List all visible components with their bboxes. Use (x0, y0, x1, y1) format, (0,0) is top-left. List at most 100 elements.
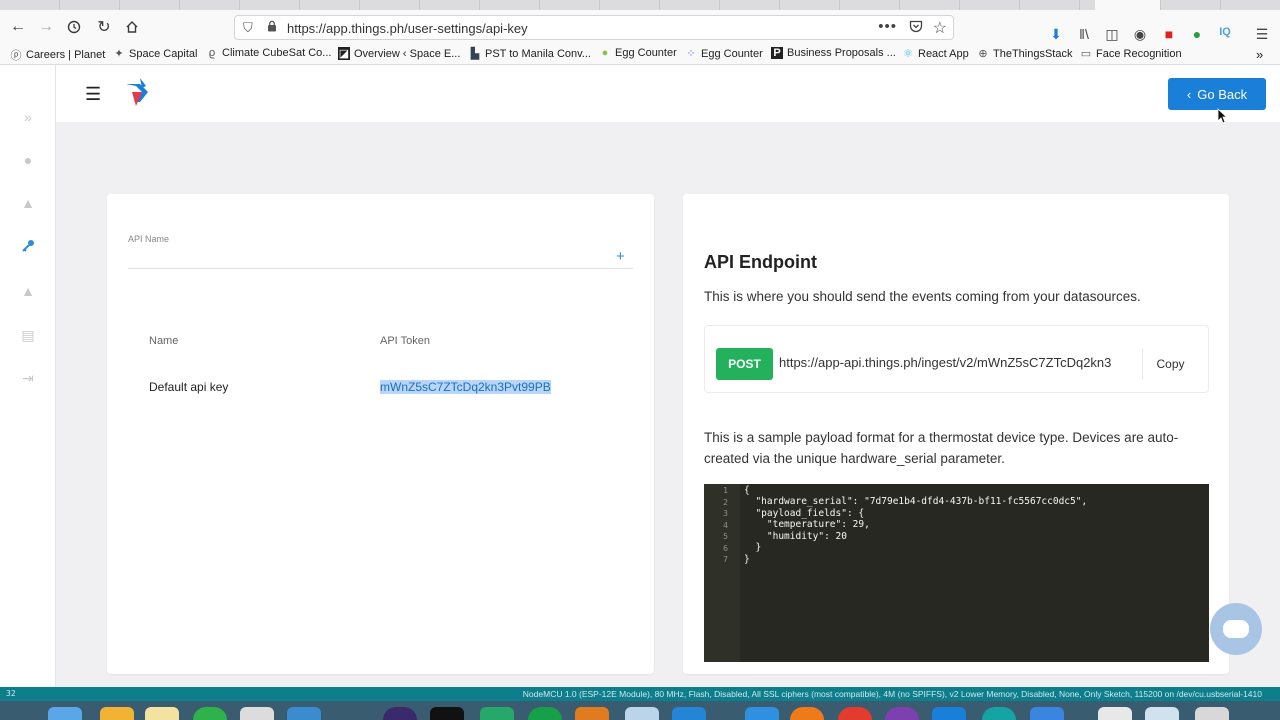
bookmark-item[interactable]: ▙ PST to Manila Conv... (469, 47, 591, 61)
line-number: 1 (723, 486, 728, 495)
menu-icon[interactable]: ☰ (1251, 26, 1273, 43)
os-dock (0, 701, 1280, 720)
browser-tab[interactable] (960, 0, 1020, 10)
url-text[interactable]: https://app.things.ph/user-settings/api-… (287, 21, 528, 36)
browser-tab[interactable] (720, 0, 780, 10)
go-back-button[interactable]: ‹ Go Back (1168, 78, 1266, 110)
key-icon[interactable] (18, 239, 38, 256)
copy-button[interactable]: Copy (1142, 348, 1198, 380)
bookmark-item[interactable]: ⓟ Careers | Planet (10, 47, 106, 63)
line-number: 4 (723, 521, 728, 530)
browser-tab[interactable] (180, 0, 240, 10)
endpoint-url[interactable]: https://app-api.things.ph/ingest/v2/mWnZ… (779, 355, 1142, 370)
bookmark-label: TheThingsStack (993, 47, 1073, 60)
api-key-token[interactable]: mWnZ5sC7ZTcDq2kn3Pvt99PB (380, 380, 551, 394)
shield-icon[interactable]: ⛉ (243, 20, 253, 36)
bookmark-star-icon[interactable]: ☆ (933, 18, 947, 38)
extension-icon[interactable]: ■ (1158, 26, 1180, 42)
app-icon[interactable] (528, 707, 562, 720)
sidebar-icon[interactable]: ◫ (1101, 26, 1123, 43)
browser-tab-strip (0, 0, 1280, 10)
code-editor[interactable]: 1 2 3 4 5 6 7 { "hardware_serial": "7d79… (704, 484, 1209, 662)
app-icon[interactable] (383, 707, 417, 720)
bookmark-item[interactable]: ◪ Overview ‹ Space E... (338, 47, 460, 60)
app-icon[interactable] (838, 707, 872, 720)
user-icon[interactable]: ● (18, 152, 38, 168)
firefox-icon[interactable] (790, 707, 824, 720)
bookmark-item[interactable]: ⁘ Egg Counter (685, 47, 762, 61)
bookmark-item[interactable]: ⚛ React App (902, 47, 969, 61)
browser-tab[interactable] (60, 0, 120, 10)
app-icon[interactable] (1030, 707, 1064, 720)
bookmark-item[interactable]: ▭ Face Recognition (1080, 47, 1182, 61)
app-icon[interactable] (672, 707, 706, 720)
app-icon[interactable] (480, 707, 514, 720)
logout-icon[interactable]: ⇥ (18, 370, 38, 387)
browser-tab[interactable] (240, 0, 300, 10)
library-icon[interactable]: ‖\ (1073, 26, 1095, 42)
back-icon[interactable]: ← (6, 15, 30, 39)
downloads-icon[interactable]: ⬇ (1045, 26, 1067, 43)
browser-tab[interactable] (420, 0, 480, 10)
users-icon[interactable]: ▲ (18, 283, 38, 299)
chat-widget-button[interactable] (1210, 603, 1262, 655)
bookmarks-overflow-icon[interactable]: » (1256, 47, 1263, 62)
finder-icon[interactable] (48, 707, 82, 720)
status-line-number: 32 (6, 689, 16, 698)
bookmark-item[interactable]: ✦ Space Capital (113, 47, 197, 61)
browser-tab[interactable] (120, 0, 180, 10)
app-icon[interactable] (1098, 707, 1132, 720)
lock-icon[interactable] (267, 20, 277, 35)
notes-icon[interactable] (145, 707, 179, 720)
bookmark-item[interactable]: ϱ Climate CubeSat Co... (206, 47, 332, 59)
terminal-icon[interactable] (430, 707, 464, 720)
app-icon[interactable] (625, 707, 659, 720)
browser-tab[interactable] (480, 0, 540, 10)
extension-icon[interactable]: ● (1186, 26, 1208, 42)
line-number: 5 (723, 532, 728, 541)
app-icon[interactable] (1145, 707, 1179, 720)
browser-tab[interactable] (0, 0, 60, 10)
browser-tab[interactable] (360, 0, 420, 10)
browser-tab-active[interactable] (1095, 0, 1161, 10)
app-icon[interactable] (575, 707, 609, 720)
bookmark-item[interactable]: ● Egg Counter (599, 47, 677, 59)
app-icon[interactable] (932, 707, 966, 720)
reload-icon[interactable]: ↻ (92, 15, 116, 39)
bookmark-item[interactable]: P Business Proposals ... (771, 47, 896, 59)
bell-icon[interactable]: ▲ (18, 195, 38, 211)
bookmark-item[interactable]: ⊕ TheThingsStack (977, 47, 1073, 61)
browser-tab[interactable] (600, 0, 660, 10)
hamburger-icon[interactable]: ☰ (85, 84, 101, 105)
app-icon[interactable] (982, 707, 1016, 720)
browser-tab[interactable] (660, 0, 720, 10)
home-icon[interactable] (120, 15, 144, 39)
brand-logo[interactable] (122, 78, 154, 108)
api-name-input[interactable] (128, 268, 633, 269)
expand-icon[interactable]: » (18, 109, 38, 125)
extension-icon[interactable]: IQ (1214, 26, 1236, 38)
history-icon[interactable] (62, 15, 86, 39)
book-icon[interactable]: ▤ (18, 327, 38, 344)
forward-icon[interactable]: → (34, 15, 58, 39)
app-icon[interactable] (287, 707, 321, 720)
browser-tab[interactable] (540, 0, 600, 10)
browser-tab[interactable] (300, 0, 360, 10)
app-icon[interactable] (745, 707, 779, 720)
account-icon[interactable]: ◉ (1129, 26, 1151, 43)
app-icon[interactable] (885, 707, 919, 720)
browser-tab[interactable] (780, 0, 840, 10)
address-bar[interactable]: ⛉ https://app.things.ph/user-settings/ap… (234, 15, 954, 40)
app-icon[interactable] (240, 707, 274, 720)
spotify-icon[interactable] (193, 707, 227, 720)
trash-icon[interactable] (1195, 707, 1229, 720)
browser-tab[interactable] (1020, 0, 1080, 10)
add-api-key-icon[interactable]: + (616, 248, 625, 265)
ide-status-bar: 32 NodeMCU 1.0 (ESP-12E Module), 80 MHz,… (0, 687, 1280, 701)
pocket-icon[interactable] (909, 20, 923, 36)
browser-tab[interactable] (1161, 0, 1221, 10)
browser-tab[interactable] (900, 0, 960, 10)
app-icon[interactable] (100, 707, 134, 720)
page-actions-icon[interactable]: ••• (878, 18, 897, 35)
browser-tab[interactable] (840, 0, 900, 10)
